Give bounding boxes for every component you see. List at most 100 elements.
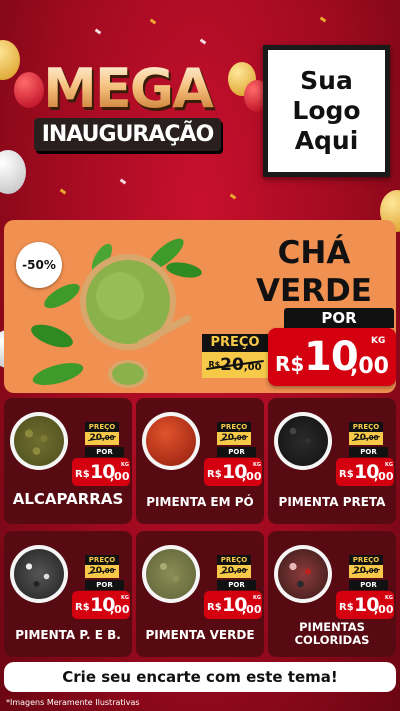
preco-label: PREÇO <box>349 555 383 565</box>
mega-title: MEGA <box>10 62 245 116</box>
product-card[interactable]: PREÇO 20,00 POR R$ 10 ,00 KG PIMENTA EM … <box>136 398 264 524</box>
price-cents: ,00 <box>110 603 130 616</box>
logo-placeholder-text: Sua Logo Aqui <box>268 66 385 156</box>
price-unit: KG <box>371 336 386 346</box>
por-label: POR <box>349 580 388 590</box>
old-price: 20,00 <box>349 432 383 445</box>
price-cents: ,00 <box>242 470 262 483</box>
featured-name-line-1: CHÁ <box>277 235 351 271</box>
tea-powder-highlight <box>96 272 144 320</box>
price-unit: KG <box>253 595 261 601</box>
product-name-line-2: COLORIDAS <box>294 633 370 647</box>
tea-spoon-powder <box>112 363 144 385</box>
product-name: ALCAPARRAS <box>12 490 124 508</box>
old-price: 20,00 <box>85 565 119 578</box>
product-card[interactable]: PREÇO 20,00 POR R$ 10 ,00 KG PIMENTASCOL… <box>268 531 396 657</box>
featured-product-name: CHÁ VERDE <box>236 234 392 310</box>
old-price: 20,00 <box>349 565 383 578</box>
price-tag: R$ 10 ,00 KG <box>72 591 130 619</box>
price-currency: R$ <box>339 469 354 480</box>
product-card[interactable]: PREÇO 20,00 POR R$ 10 ,00 KG PIMENTA PRE… <box>268 398 396 524</box>
black-pepper-image <box>274 412 332 470</box>
create-flyer-button[interactable]: Crie seu encarte com este tema! <box>4 662 396 692</box>
preco-label: PREÇO <box>217 555 251 565</box>
price-unit: KG <box>385 595 393 601</box>
price-currency: R$ <box>275 352 305 376</box>
product-photo <box>14 416 64 466</box>
price-unit: KG <box>121 462 129 468</box>
por-label: POR <box>85 580 124 590</box>
price-tag: R$ 10 ,00 KG <box>204 458 262 486</box>
price-currency: R$ <box>75 469 90 480</box>
product-photo <box>278 416 328 466</box>
chili-powder-image <box>142 412 200 470</box>
confetti-decoration <box>94 28 102 35</box>
mixed-peppercorn-image <box>274 545 332 603</box>
por-label: POR <box>284 308 394 328</box>
product-photo <box>146 549 196 599</box>
confetti-decoration <box>319 16 327 23</box>
logo-placeholder[interactable]: Sua Logo Aqui <box>263 45 390 177</box>
product-photo <box>146 416 196 466</box>
price-unit: KG <box>253 462 261 468</box>
por-label: POR <box>217 580 256 590</box>
price-tag: R$ 10 ,00 KG <box>204 591 262 619</box>
price-cents: ,00 <box>350 354 389 379</box>
logo-line-1: Sua Logo <box>292 66 361 125</box>
tea-leaf <box>166 262 202 278</box>
por-label: POR <box>85 447 124 457</box>
logo-line-2: Aqui <box>294 126 359 155</box>
preco-label: PREÇO <box>85 422 119 432</box>
price-currency: R$ <box>207 602 222 613</box>
confetti-decoration <box>149 18 157 25</box>
product-photo <box>14 549 64 599</box>
tea-leaf <box>31 324 73 348</box>
confetti-decoration <box>119 178 127 185</box>
preco-label: PREÇO <box>217 422 251 432</box>
price-tag: R$ 10 ,00 KG <box>336 591 394 619</box>
tea-leaf <box>32 363 84 385</box>
preco-label: PREÇO <box>85 555 119 565</box>
product-photo <box>278 549 328 599</box>
preco-label: PREÇO <box>349 422 383 432</box>
product-name: PIMENTA P. E B. <box>15 628 121 642</box>
old-price: R$20,00 <box>202 352 268 378</box>
confetti-decoration <box>229 193 237 200</box>
product-name: PIMENTA EM PÓ <box>146 495 254 509</box>
featured-product-card[interactable]: -50% CHÁ VERDE PREÇO R$20,00 POR R$ 10 ,… <box>4 220 396 393</box>
price-currency: R$ <box>339 602 354 613</box>
featured-name-line-2: VERDE <box>256 273 372 309</box>
por-label: POR <box>217 447 256 457</box>
confetti-decoration <box>59 188 67 195</box>
price-cents: ,00 <box>374 470 394 483</box>
product-name: PIMENTA PRETA <box>278 495 386 509</box>
balloon-decoration <box>0 150 26 194</box>
price-unit: KG <box>385 462 393 468</box>
product-card[interactable]: PREÇO 20,00 POR R$ 10 ,00 KG PIMENTA P. … <box>4 531 132 657</box>
price-tag: R$ 10 ,00 KG <box>336 458 394 486</box>
green-pepper-image <box>142 545 200 603</box>
price-tag: R$ 10 ,00 KG <box>72 458 130 486</box>
price-tag: R$ 10 ,00 KG <box>268 328 396 386</box>
price-cents: ,00 <box>374 603 394 616</box>
price-unit: KG <box>121 595 129 601</box>
price-currency: R$ <box>75 602 90 613</box>
old-price: 20,00 <box>85 432 119 445</box>
capers-image <box>10 412 68 470</box>
product-card[interactable]: PREÇO 20,00 POR R$ 10 ,00 KG ALCAPARRAS <box>4 398 132 524</box>
inauguracao-title: INAUGURAÇÃO <box>33 118 222 151</box>
por-label: POR <box>349 447 388 457</box>
price-currency: R$ <box>207 469 222 480</box>
preco-label: PREÇO <box>202 334 268 352</box>
product-card[interactable]: PREÇO 20,00 POR R$ 10 ,00 KG PIMENTA VER… <box>136 531 264 657</box>
black-white-pepper-image <box>10 545 68 603</box>
disclaimer-text: *Imagens Meramente Ilustrativas <box>6 698 140 707</box>
product-name: PIMENTAS COLORIDAS <box>270 621 394 647</box>
price-cents: ,00 <box>242 603 262 616</box>
mega-inauguracao-title: MEGA INAUGURAÇÃO <box>10 62 245 151</box>
old-price: 20,00 <box>217 565 251 578</box>
confetti-decoration <box>199 38 207 45</box>
product-name: PIMENTA VERDE <box>145 628 255 642</box>
discount-badge: -50% <box>16 242 62 288</box>
price-cents: ,00 <box>110 470 130 483</box>
